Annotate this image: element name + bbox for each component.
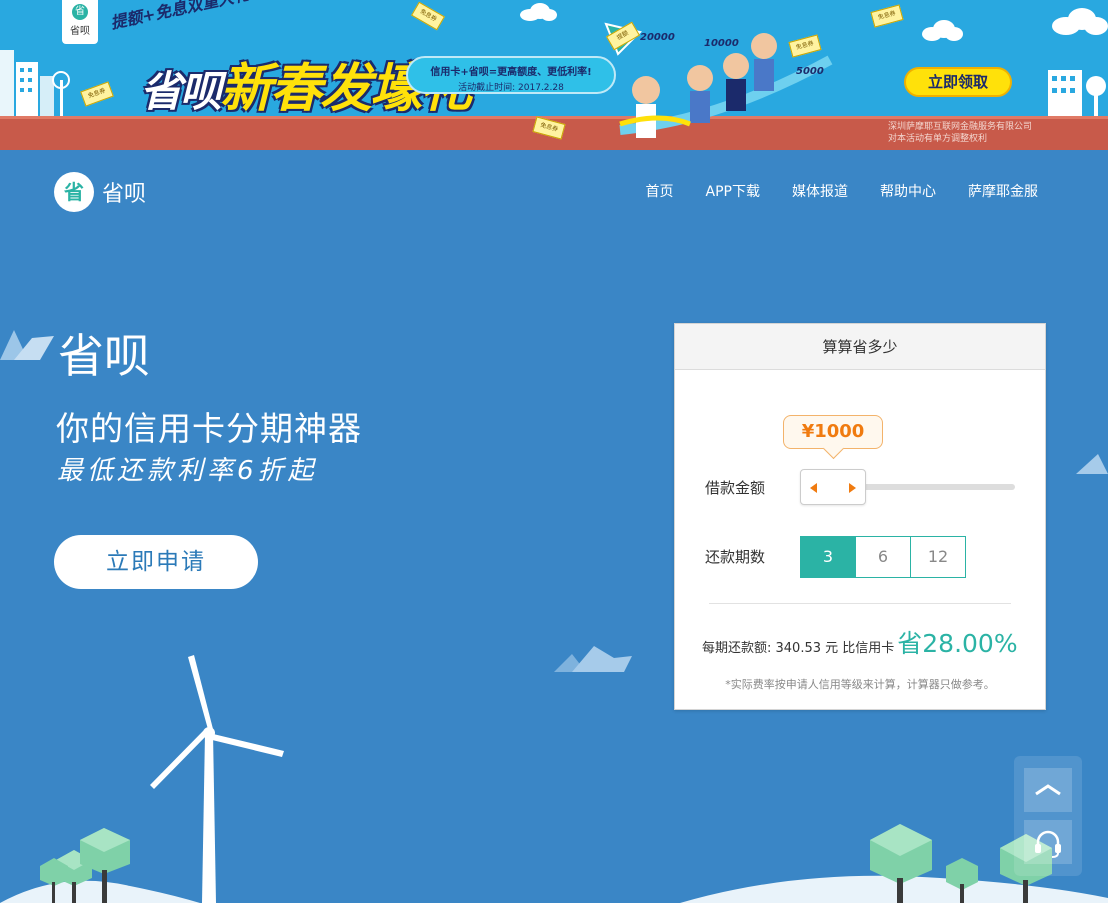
banner-amount: 10000	[704, 38, 739, 49]
cloud-icon	[922, 20, 963, 41]
period-option-6[interactable]: 6	[855, 536, 911, 578]
banner-amount: 5000	[796, 66, 824, 77]
arrow-left-icon	[810, 483, 817, 493]
hero-title: 省呗	[58, 329, 150, 383]
payment-result-text: 每期还款额: 340.53 元 比信用卡	[702, 641, 895, 656]
floating-toolbar	[1014, 756, 1082, 876]
nav-item-media[interactable]: 媒体报道	[792, 181, 848, 201]
savings-calculator: 算算省多少 ¥1000 借款金额 还款期数 3 6 12 每期还款额: 340.…	[674, 323, 1046, 710]
apply-now-button[interactable]: 立即申请	[54, 535, 258, 589]
claim-gift-button[interactable]: 立即领取	[904, 67, 1012, 97]
chevron-up-icon	[1035, 784, 1061, 796]
period-option-12[interactable]: 12	[910, 536, 966, 578]
savings-percent: 省28.00%	[897, 629, 1018, 658]
amount-slider-handle[interactable]	[800, 469, 866, 505]
promo-banner[interactable]: 省 省呗 提额+免息双重大礼! 省呗新春发壕礼 信用卡+省呗=更高额度、更低利率…	[0, 0, 1108, 150]
calculator-note: *实际费率按申请人信用等级来计算，计算器只做参考。	[725, 678, 995, 691]
payment-result: 每期还款额: 340.53 元 比信用卡 省28.00%	[702, 624, 1018, 660]
logo-mark-icon: 省	[54, 172, 94, 212]
cloud-icon	[1052, 8, 1108, 35]
headset-icon	[1035, 830, 1061, 858]
calculator-divider	[709, 603, 1011, 604]
mountain-decoration-icon	[554, 646, 632, 672]
calculator-title: 算算省多少	[675, 324, 1045, 370]
coupon-ticket: 免息券	[80, 81, 114, 107]
coupon-ticket: 免息券	[870, 4, 904, 28]
banner-sub-slogan: 提额+免息双重大礼!	[108, 0, 259, 33]
banner-disclaimer: 深圳萨摩耶互联网金融服务有限公司 对本活动有单方调整权利	[888, 121, 1032, 145]
banner-slogan-brand: 省呗	[140, 67, 222, 116]
hero-subtitle: 你的信用卡分期神器	[56, 409, 362, 448]
period-label: 还款期数	[705, 548, 766, 566]
coupon-ticket: 免息券	[411, 1, 445, 31]
logo-mark-icon: 省	[72, 4, 88, 20]
trees-left-icon	[0, 828, 200, 903]
banner-logo-text: 省呗	[70, 26, 90, 37]
back-to-top-button[interactable]	[1024, 768, 1072, 812]
nav-menu: 首页 APP下载 媒体报道 帮助中心 萨摩耶金服	[614, 181, 1038, 201]
banner-pill-line1: 信用卡+省呗=更高额度、更低利率!	[430, 67, 592, 78]
nav-item-help[interactable]: 帮助中心	[880, 181, 936, 201]
city-skyline-right-icon	[1048, 70, 1106, 116]
top-navigation: 省 省呗 首页 APP下载 媒体报道 帮助中心 萨摩耶金服	[0, 150, 1108, 230]
nav-item-samoye[interactable]: 萨摩耶金服	[968, 181, 1038, 201]
arrow-right-icon	[849, 483, 856, 493]
customer-service-button[interactable]	[1024, 820, 1072, 864]
banner-logo: 省 省呗	[62, 0, 98, 44]
amount-value-bubble: ¥1000	[783, 415, 883, 449]
nav-item-home[interactable]: 首页	[646, 181, 674, 201]
period-option-3[interactable]: 3	[800, 536, 856, 578]
city-skyline-left-icon	[0, 50, 70, 116]
logo-text: 省呗	[102, 182, 147, 207]
banner-amount: 20000	[640, 32, 675, 43]
site-logo[interactable]: 省 省呗	[54, 172, 146, 212]
amount-label: 借款金额	[705, 479, 766, 497]
cloud-icon	[520, 3, 557, 21]
banner-info-pill: 信用卡+省呗=更高额度、更低利率! 活动截止时间: 2017.2.28	[406, 56, 616, 94]
mountain-decoration-icon	[0, 330, 54, 360]
banner-pill-line2: 活动截止时间: 2017.2.28	[458, 83, 564, 93]
mountain-decoration-icon	[1076, 454, 1108, 474]
banner-disclaimer-line2: 对本活动有单方调整权利	[888, 134, 988, 144]
period-selector: 3 6 12	[800, 536, 966, 578]
banner-disclaimer-line1: 深圳萨摩耶互联网金融服务有限公司	[888, 122, 1033, 132]
nav-item-app-download[interactable]: APP下载	[706, 181, 760, 201]
hero-tagline: 最低还款利率6折起	[57, 456, 318, 486]
